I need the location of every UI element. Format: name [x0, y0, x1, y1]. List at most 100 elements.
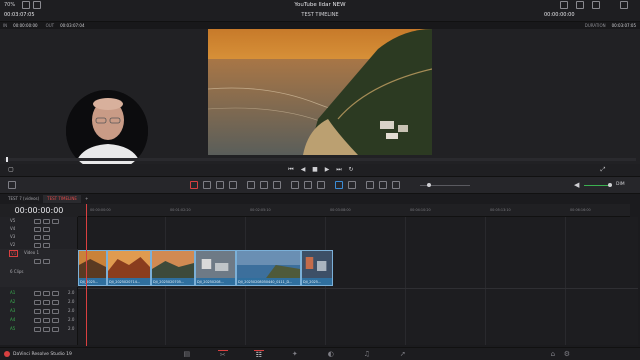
- lock-icon[interactable]: [34, 308, 41, 314]
- viewer-scrubber[interactable]: [4, 157, 636, 162]
- playhead[interactable]: [86, 204, 87, 346]
- lock-icon[interactable]: [34, 226, 41, 232]
- lock-icon[interactable]: [34, 259, 41, 264]
- position-lock-icon[interactable]: [317, 181, 325, 189]
- solo-icon[interactable]: [43, 299, 50, 305]
- more-icon[interactable]: [620, 1, 628, 9]
- lock-icon[interactable]: [34, 290, 41, 296]
- lock-icon[interactable]: [34, 326, 41, 332]
- fullscreen-icon[interactable]: ⤢: [600, 167, 606, 173]
- timeline-clip[interactable]: DJI_20250208050440_0111_D...: [236, 250, 301, 286]
- media-page-icon[interactable]: ▤: [182, 350, 192, 358]
- track-header-v5[interactable]: V5: [0, 217, 78, 225]
- selection-tool-icon[interactable]: [190, 181, 198, 189]
- title-bar: 70% 00:03:07:05 YouTube Ildar NEW TEST T…: [0, 0, 640, 22]
- grid-icon[interactable]: [560, 1, 568, 9]
- page-bar: DaVinci Resolve Studio 19 ▤ ✂ ☷ ✦ ◐ ♫ ➚ …: [0, 347, 640, 360]
- mute-icon[interactable]: [52, 290, 59, 296]
- replace-clip-icon[interactable]: [273, 181, 281, 189]
- eye-icon[interactable]: [43, 242, 50, 248]
- timeline-clip[interactable]: DJI_20250208...: [195, 250, 236, 286]
- color-page-icon[interactable]: ◐: [326, 350, 336, 358]
- track-header-a1[interactable]: A1 2.0: [0, 289, 78, 297]
- options-icon[interactable]: [592, 1, 600, 9]
- eye-icon[interactable]: [43, 218, 50, 224]
- clip-thumbnail: [79, 251, 106, 278]
- skip-forward-icon[interactable]: ⏭: [336, 167, 342, 173]
- timeline-ruler[interactable]: 00:00:00:00 00:01:02:20 00:02:05:10 00:0…: [78, 204, 630, 217]
- track-header-v2[interactable]: V2: [0, 241, 78, 249]
- play-reverse-icon[interactable]: ◀: [300, 167, 306, 173]
- zoom-slider-handle[interactable]: [427, 183, 431, 187]
- monitor-icon[interactable]: [576, 1, 584, 9]
- track-header-v1[interactable]: V1 Video 1 6 Clips: [0, 249, 78, 287]
- edit-page-icon[interactable]: ☷: [253, 350, 264, 359]
- clip-thumbnail: [237, 251, 300, 278]
- stop-icon[interactable]: ■: [312, 167, 318, 173]
- project-manager-icon[interactable]: ⌂: [548, 350, 558, 358]
- solo-icon[interactable]: [43, 308, 50, 314]
- overwrite-clip-icon[interactable]: [260, 181, 268, 189]
- add-tab-icon[interactable]: +: [81, 195, 92, 203]
- viewer-options-icon[interactable]: ▢: [8, 167, 14, 173]
- volume-handle[interactable]: [608, 183, 612, 187]
- eye-icon[interactable]: [43, 226, 50, 232]
- lock-icon[interactable]: [34, 317, 41, 323]
- linked-selection-icon[interactable]: [304, 181, 312, 189]
- mute-icon[interactable]: [52, 299, 59, 305]
- tab-test-timeline[interactable]: TEST TIMELINE: [43, 195, 81, 203]
- solo-icon[interactable]: [43, 317, 50, 323]
- solo-icon[interactable]: [43, 326, 50, 332]
- viewer-frame[interactable]: [208, 29, 432, 155]
- solo-icon[interactable]: [43, 290, 50, 296]
- mute-icon[interactable]: [52, 308, 59, 314]
- timeline-clip[interactable]: DJI_2025...: [78, 250, 107, 286]
- insert-clip-icon[interactable]: [247, 181, 255, 189]
- timeline-clip[interactable]: DJI_2025020705...: [151, 250, 195, 286]
- speaker-icon[interactable]: ◀: [574, 182, 581, 189]
- track-header-v3[interactable]: V3: [0, 233, 78, 241]
- track-header-v4[interactable]: V4: [0, 225, 78, 233]
- cut-page-icon[interactable]: ✂: [217, 350, 228, 359]
- deliver-page-icon[interactable]: ➚: [398, 350, 408, 358]
- edit-toolbar: ◀ DIM: [0, 176, 640, 194]
- track-header-a3[interactable]: A3 2.0: [0, 307, 78, 315]
- zoom-custom-icon[interactable]: [392, 181, 400, 189]
- track-toggle-icon[interactable]: [52, 218, 59, 224]
- fusion-page-icon[interactable]: ✦: [290, 350, 300, 358]
- fairlight-page-icon[interactable]: ♫: [362, 350, 372, 358]
- dim-button[interactable]: DIM: [616, 182, 625, 187]
- lock-icon[interactable]: [34, 242, 41, 248]
- snapping-icon[interactable]: [291, 181, 299, 189]
- flag-icon[interactable]: [335, 181, 343, 189]
- timeline-clip[interactable]: DJI_2025...: [301, 250, 333, 286]
- workspace-icon[interactable]: [8, 181, 16, 189]
- track-header-a5[interactable]: A5 2.0: [0, 325, 78, 333]
- lock-icon[interactable]: [34, 299, 41, 305]
- eye-icon[interactable]: [43, 234, 50, 240]
- blade-tool-icon[interactable]: [229, 181, 237, 189]
- dynamic-trim-icon[interactable]: [216, 181, 224, 189]
- track-level: 2.0: [68, 299, 75, 304]
- lock-icon[interactable]: [34, 218, 41, 224]
- in-label: IN: [3, 23, 8, 28]
- eye-icon[interactable]: [43, 259, 50, 264]
- zoom-full-icon[interactable]: [366, 181, 374, 189]
- track-header-a2[interactable]: A2 2.0: [0, 298, 78, 306]
- mute-icon[interactable]: [52, 317, 59, 323]
- tab-test-7-videos[interactable]: TEST 7 (videos): [4, 195, 43, 203]
- loop-icon[interactable]: ↻: [348, 167, 354, 173]
- mute-icon[interactable]: [52, 326, 59, 332]
- timeline-clip[interactable]: DJI_2025020714...: [107, 250, 151, 286]
- track-divider: [78, 288, 638, 289]
- settings-icon[interactable]: ⚙: [562, 350, 572, 358]
- grid-line: [405, 217, 406, 345]
- trim-tool-icon[interactable]: [203, 181, 211, 189]
- scrubber-handle[interactable]: [6, 157, 8, 162]
- play-icon[interactable]: ▶: [324, 167, 330, 173]
- track-header-a4[interactable]: A4 2.0: [0, 316, 78, 324]
- lock-icon[interactable]: [34, 234, 41, 240]
- skip-back-icon[interactable]: ⏮: [288, 167, 294, 173]
- zoom-detail-icon[interactable]: [379, 181, 387, 189]
- marker-icon[interactable]: [348, 181, 356, 189]
